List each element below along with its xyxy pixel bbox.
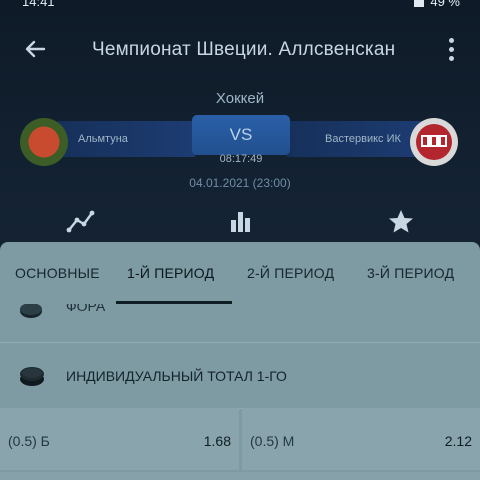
market-section-handicap[interactable]: ФОРА xyxy=(0,304,480,342)
stats-line-icon[interactable] xyxy=(66,208,96,234)
bar-chart-icon[interactable] xyxy=(226,208,256,234)
market-section-individual-total[interactable]: ИНДИВИДУАЛЬНЫЙ ТОТАЛ 1-ГО xyxy=(0,342,480,408)
match-datetime: 04.01.2021 (23:00) xyxy=(189,176,291,190)
tab-period-1[interactable]: 1-Й ПЕРИОД xyxy=(127,265,214,281)
odds-label: (0.5) М xyxy=(250,433,295,449)
tab-period-3[interactable]: 3-Й ПЕРИОД xyxy=(367,265,454,281)
hockey-puck-icon xyxy=(20,304,42,318)
next-odds-row xyxy=(0,472,480,480)
odds-value: 1.68 xyxy=(203,433,231,449)
odds-label: (0.5) Б xyxy=(8,433,50,449)
odds-cell-over[interactable]: (0.5) Б 1.68 xyxy=(0,408,239,470)
status-icons: 49 % xyxy=(414,0,460,9)
markets-sheet: ОСНОВНЫЕ 1-Й ПЕРИОД 2-Й ПЕРИОД 3-Й ПЕРИО… xyxy=(0,242,480,480)
top-app-bar: Чемпионат Швеции. Аллсвенскан xyxy=(0,30,480,70)
tab-main[interactable]: ОСНОВНЫЕ xyxy=(15,265,100,281)
back-arrow-icon[interactable] xyxy=(22,36,48,62)
match-toolbar xyxy=(0,196,480,246)
page-title: Чемпионат Швеции. Аллсвенскан xyxy=(92,39,396,60)
app-window: 14:41 49 % Чемпионат Швеции. Аллсвенскан… xyxy=(0,0,480,480)
tab-period-2[interactable]: 2-Й ПЕРИОД xyxy=(247,265,334,281)
home-team-logo xyxy=(20,118,68,166)
battery-level: 49 % xyxy=(430,0,460,9)
odds-value: 2.12 xyxy=(444,433,472,449)
sport-label: Хоккей xyxy=(215,90,265,107)
odds-cell-under[interactable]: (0.5) М 2.12 xyxy=(242,408,480,470)
more-menu-icon[interactable] xyxy=(448,38,456,64)
period-tabs: ОСНОВНЫЕ 1-Й ПЕРИОД 2-Й ПЕРИОД 3-Й ПЕРИО… xyxy=(0,242,480,304)
away-team-logo xyxy=(410,118,458,166)
home-team-name: Альмтуна xyxy=(78,133,128,145)
vs-badge: VS xyxy=(192,115,290,155)
hockey-puck-icon xyxy=(20,367,44,386)
match-countdown: 08:17:49 xyxy=(219,153,263,165)
favorite-star-icon[interactable] xyxy=(386,208,416,234)
section-label-handicap: ФОРА xyxy=(66,304,106,314)
battery-icon xyxy=(414,0,425,7)
vik-hockey-logo xyxy=(412,120,456,164)
section-label-individual-total: ИНДИВИДУАЛЬНЫЙ ТОТАЛ 1-ГО xyxy=(66,368,287,384)
away-team-name: Вастервикс ИК xyxy=(325,133,401,145)
status-bar: 14:41 49 % xyxy=(0,0,480,14)
status-time: 14:41 xyxy=(22,0,55,9)
